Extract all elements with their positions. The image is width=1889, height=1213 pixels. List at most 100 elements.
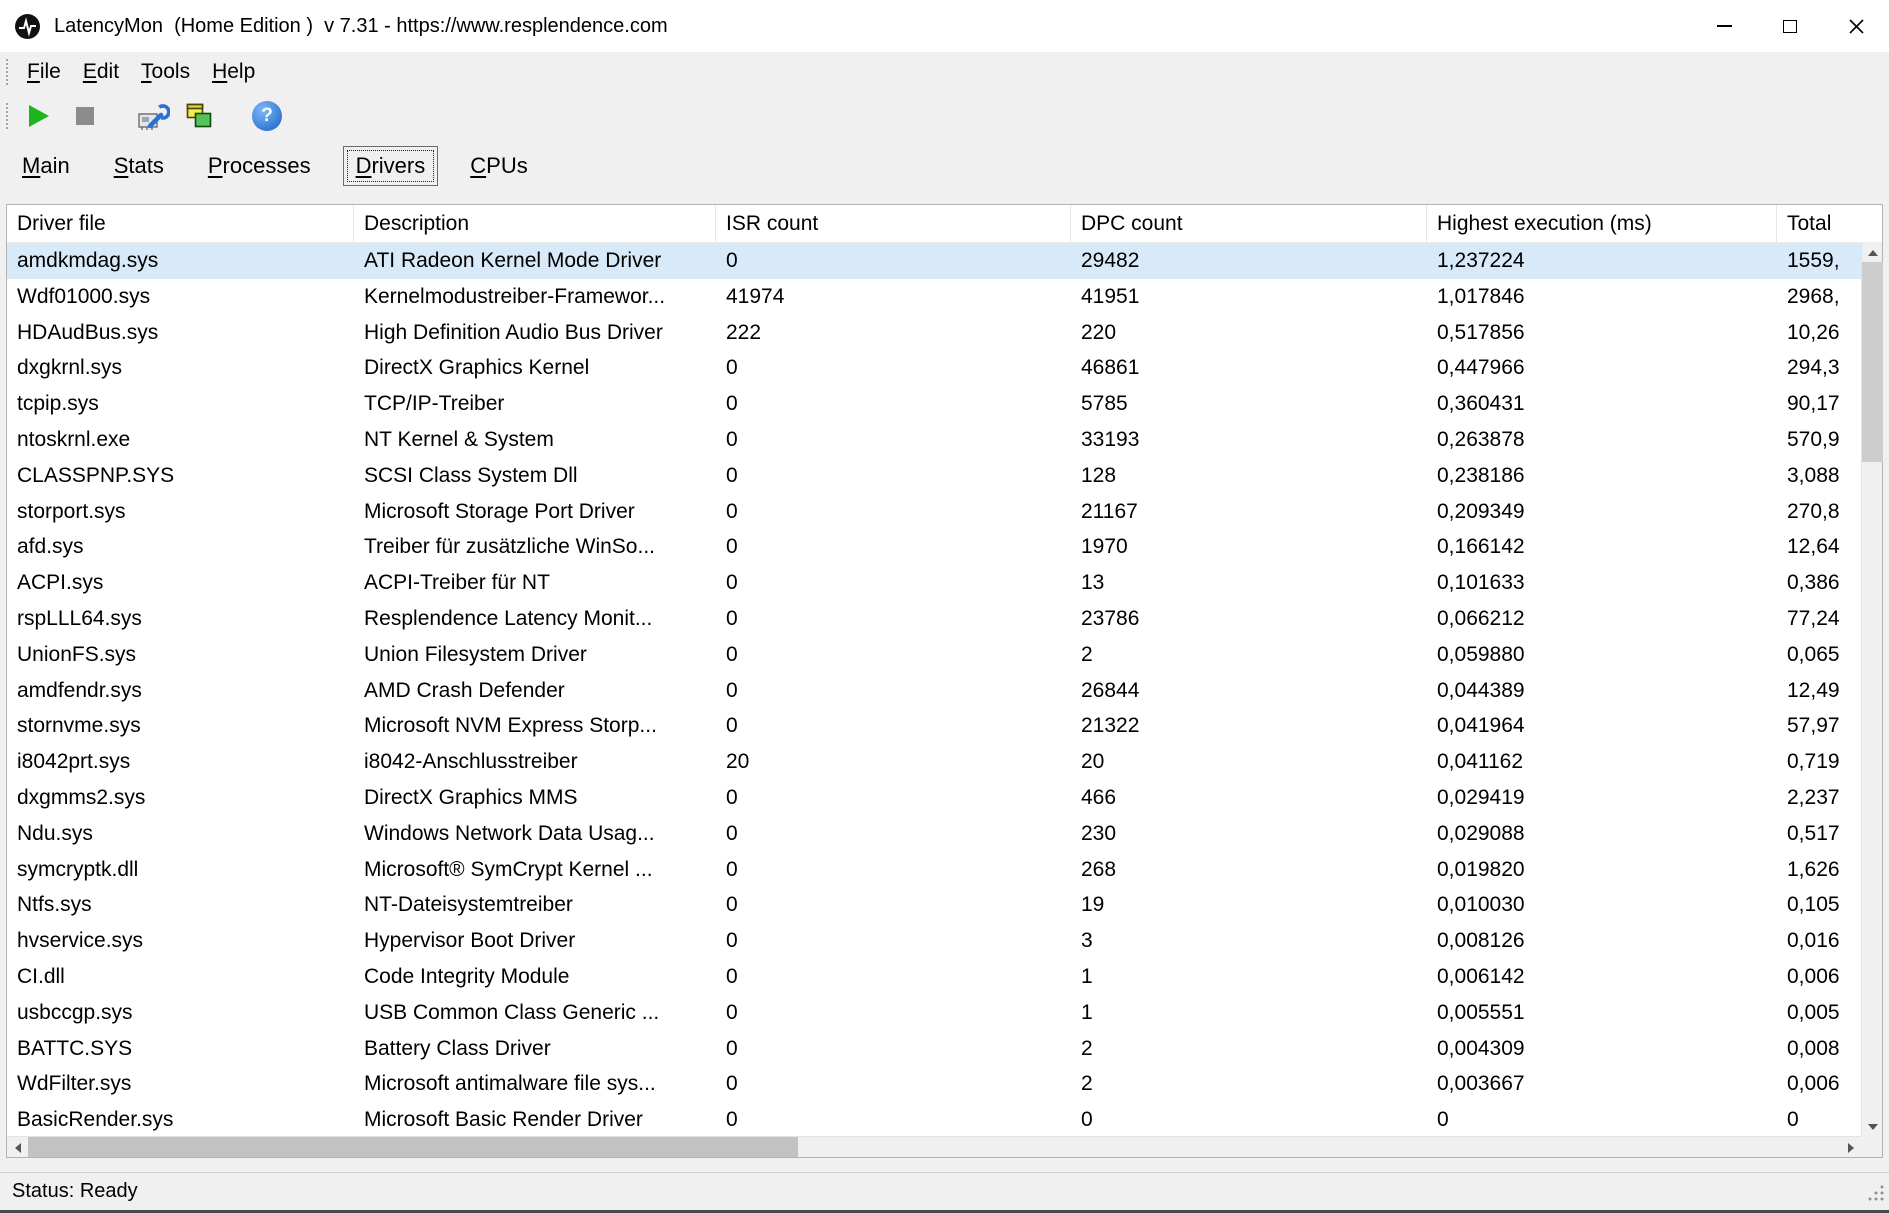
table-row[interactable]: symcryptk.dllMicrosoft® SymCrypt Kernel … xyxy=(7,852,1861,888)
resize-grip-icon[interactable] xyxy=(1866,1183,1886,1203)
table-row[interactable]: afd.sysTreiber für zusätzliche WinSo...0… xyxy=(7,529,1861,565)
scroll-left-button[interactable] xyxy=(7,1137,28,1158)
scroll-right-button[interactable] xyxy=(1840,1137,1861,1158)
cell: 41974 xyxy=(716,279,1071,315)
column-header-total[interactable]: Total xyxy=(1777,205,1882,242)
tab-strip: Main Stats Processes Drivers CPUs xyxy=(0,140,1889,192)
cell: 0,386 xyxy=(1777,565,1861,601)
table-row[interactable]: HDAudBus.sysHigh Definition Audio Bus Dr… xyxy=(7,315,1861,351)
cell: 0,517 xyxy=(1777,816,1861,852)
window-layout-button[interactable] xyxy=(176,95,222,137)
cell: 57,97 xyxy=(1777,708,1861,744)
cell: BATTC.SYS xyxy=(7,1031,354,1067)
menu-item-tools[interactable]: Tools xyxy=(130,56,201,88)
tab-cpus[interactable]: CPUs xyxy=(458,147,539,185)
vertical-scroll-thumb[interactable] xyxy=(1862,262,1883,462)
cell: 13 xyxy=(1071,565,1427,601)
cell: Battery Class Driver xyxy=(354,1031,716,1067)
cell: 1 xyxy=(1071,995,1427,1031)
scrollbar-corner xyxy=(1861,1136,1882,1157)
table-row[interactable]: i8042prt.sysi8042-Anschlusstreiber20200,… xyxy=(7,744,1861,780)
cell: 0 xyxy=(716,458,1071,494)
start-monitoring-button[interactable] xyxy=(16,95,62,137)
cell: CLASSPNP.SYS xyxy=(7,458,354,494)
cell: 294,3 xyxy=(1777,350,1861,386)
table-row[interactable]: rspLLL64.sysResplendence Latency Monit..… xyxy=(7,601,1861,637)
cell: 0,209349 xyxy=(1427,494,1777,530)
cell: Ntfs.sys xyxy=(7,887,354,923)
tab-processes[interactable]: Processes xyxy=(196,147,323,185)
cell: 3 xyxy=(1071,923,1427,959)
table-row[interactable]: WdFilter.sysMicrosoft antimalware file s… xyxy=(7,1066,1861,1102)
menu-items: FileEditToolsHelp xyxy=(16,56,266,88)
table-row[interactable]: amdfendr.sysAMD Crash Defender0268440,04… xyxy=(7,673,1861,709)
stop-monitoring-button[interactable] xyxy=(62,95,108,137)
table-row[interactable]: UnionFS.sysUnion Filesystem Driver020,05… xyxy=(7,637,1861,673)
cell: 29482 xyxy=(1071,243,1427,279)
menu-item-edit[interactable]: Edit xyxy=(72,56,130,88)
column-header-dpc-count[interactable]: DPC count xyxy=(1071,205,1427,242)
table-row[interactable]: stornvme.sysMicrosoft NVM Express Storp.… xyxy=(7,708,1861,744)
cell: USB Common Class Generic ... xyxy=(354,995,716,1031)
table-row[interactable]: storport.sysMicrosoft Storage Port Drive… xyxy=(7,494,1861,530)
minimize-button[interactable] xyxy=(1691,0,1757,52)
column-header-isr-count[interactable]: ISR count xyxy=(716,205,1071,242)
table-row[interactable]: usbccgp.sysUSB Common Class Generic ...0… xyxy=(7,995,1861,1031)
scroll-down-button[interactable] xyxy=(1862,1117,1883,1136)
tab-drivers[interactable]: Drivers xyxy=(343,146,439,186)
rebar-gripper[interactable] xyxy=(6,103,8,129)
cell: 0,105 xyxy=(1777,887,1861,923)
table-row[interactable]: BasicRender.sysMicrosoft Basic Render Dr… xyxy=(7,1102,1861,1136)
cell: 0 xyxy=(1427,1102,1777,1136)
help-button[interactable] xyxy=(244,95,290,137)
scroll-up-button[interactable] xyxy=(1862,243,1883,262)
cell: 0,008126 xyxy=(1427,923,1777,959)
cell: 12,64 xyxy=(1777,529,1861,565)
cell: 21322 xyxy=(1071,708,1427,744)
cell: 230 xyxy=(1071,816,1427,852)
table-row[interactable]: BATTC.SYSBattery Class Driver020,0043090… xyxy=(7,1031,1861,1067)
tab-main[interactable]: Main xyxy=(10,147,82,185)
close-button[interactable] xyxy=(1823,0,1889,52)
vertical-scrollbar[interactable] xyxy=(1861,243,1882,1136)
arrow-left-icon xyxy=(15,1143,21,1153)
title-bar[interactable]: LatencyMon (Home Edition ) v 7.31 - http… xyxy=(0,0,1889,52)
menu-item-help[interactable]: Help xyxy=(201,56,266,88)
table-row[interactable]: ACPI.sysACPI-Treiber für NT0130,1016330,… xyxy=(7,565,1861,601)
status-text: Status: Ready xyxy=(12,1180,138,1203)
table-row[interactable]: dxgkrnl.sysDirectX Graphics Kernel046861… xyxy=(7,350,1861,386)
cell: 222 xyxy=(716,315,1071,351)
table-row[interactable]: hvservice.sysHypervisor Boot Driver030,0… xyxy=(7,923,1861,959)
tab-stats[interactable]: Stats xyxy=(102,147,176,185)
cell: Wdf01000.sys xyxy=(7,279,354,315)
table-row[interactable]: dxgmms2.sysDirectX Graphics MMS04660,029… xyxy=(7,780,1861,816)
horizontal-scroll-thumb[interactable] xyxy=(28,1137,798,1157)
menu-item-file[interactable]: File xyxy=(16,56,72,88)
column-header-highest-execution-ms-[interactable]: Highest execution (ms) xyxy=(1427,205,1777,242)
cell: 1970 xyxy=(1071,529,1427,565)
driver-tools-button[interactable] xyxy=(130,95,176,137)
horizontal-scrollbar[interactable] xyxy=(7,1136,1861,1157)
cell: 12,49 xyxy=(1777,673,1861,709)
table-row[interactable]: Ndu.sysWindows Network Data Usag...02300… xyxy=(7,816,1861,852)
cell: 0,517856 xyxy=(1427,315,1777,351)
table-row[interactable]: amdkmdag.sysATI Radeon Kernel Mode Drive… xyxy=(7,243,1861,279)
table-row[interactable]: Ntfs.sysNT-Dateisystemtreiber0190,010030… xyxy=(7,887,1861,923)
cell: ACPI.sys xyxy=(7,565,354,601)
window-title: LatencyMon (Home Edition ) v 7.31 - http… xyxy=(54,15,668,38)
cell: 23786 xyxy=(1071,601,1427,637)
cell: Resplendence Latency Monit... xyxy=(354,601,716,637)
cell: 77,24 xyxy=(1777,601,1861,637)
rebar-gripper[interactable] xyxy=(6,59,8,85)
column-header-description[interactable]: Description xyxy=(354,205,716,242)
cell: 0,004309 xyxy=(1427,1031,1777,1067)
table-row[interactable]: tcpip.sysTCP/IP-Treiber057850,36043190,1… xyxy=(7,386,1861,422)
table-row[interactable]: Wdf01000.sysKernelmodustreiber-Framewor.… xyxy=(7,279,1861,315)
table-row[interactable]: CLASSPNP.SYSSCSI Class System Dll01280,2… xyxy=(7,458,1861,494)
maximize-button[interactable] xyxy=(1757,0,1823,52)
cell: amdkmdag.sys xyxy=(7,243,354,279)
cell: amdfendr.sys xyxy=(7,673,354,709)
table-row[interactable]: ntoskrnl.exeNT Kernel & System0331930,26… xyxy=(7,422,1861,458)
column-header-driver-file[interactable]: Driver file xyxy=(7,205,354,242)
table-row[interactable]: CI.dllCode Integrity Module010,0061420,0… xyxy=(7,959,1861,995)
